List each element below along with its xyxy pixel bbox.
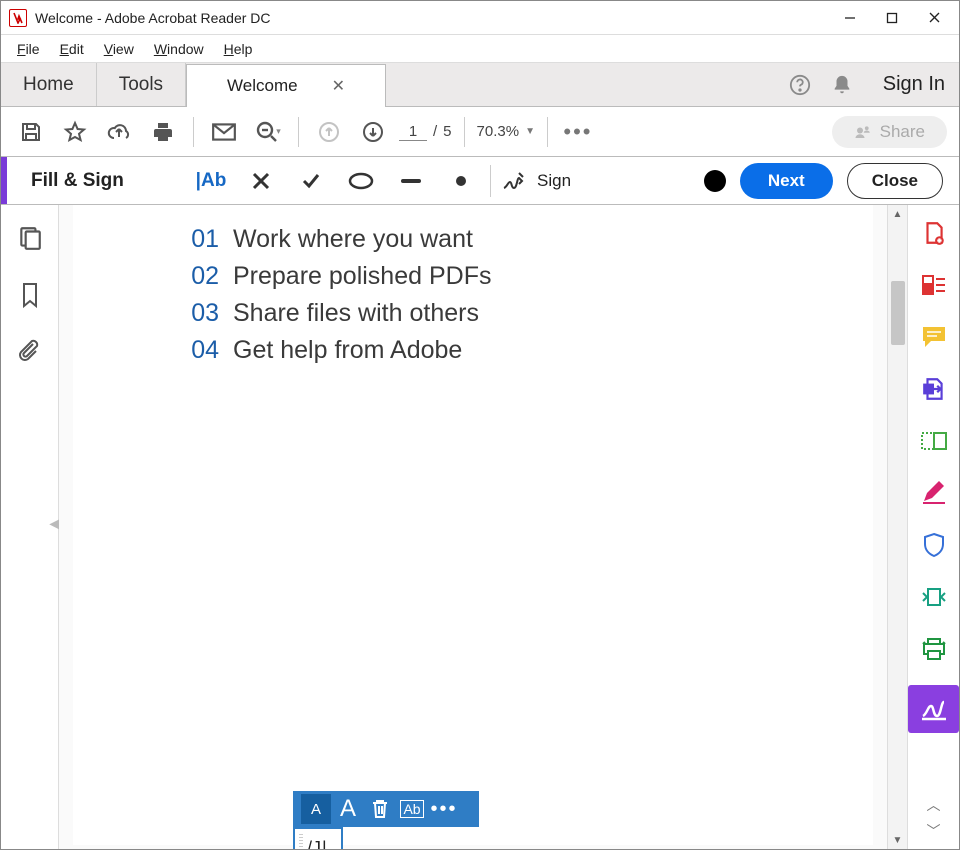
export-icon[interactable] (918, 373, 950, 405)
more-icon[interactable]: ••• (560, 114, 596, 150)
create-pdf-icon[interactable] (918, 217, 950, 249)
dot-tool[interactable] (436, 161, 486, 201)
thumbnails-icon[interactable] (17, 225, 43, 251)
left-panel: ◀ (1, 205, 59, 849)
sign-tool[interactable]: Sign (501, 170, 571, 192)
right-panel: ︿ ﹀ (907, 205, 959, 849)
toc: 01Work where you want 02Prepare polished… (73, 205, 873, 365)
font-smaller-button[interactable]: A (301, 794, 331, 824)
annotation-text-input[interactable]: /J (293, 827, 343, 849)
check-tool[interactable] (286, 161, 336, 201)
text-tool[interactable]: |Ab (186, 161, 236, 201)
drag-handle-icon[interactable] (299, 834, 303, 849)
app-icon (9, 9, 27, 27)
page-sep: / (433, 123, 437, 140)
maximize-button[interactable] (871, 3, 913, 33)
fill-sign-title: Fill & Sign (1, 157, 186, 204)
delete-annotation-button[interactable] (365, 794, 395, 824)
toc-row: 04Get help from Adobe (183, 336, 873, 365)
fill-sign-bar: Fill & Sign |Ab Sign Next Close (1, 157, 959, 205)
menu-edit[interactable]: Edit (50, 39, 94, 59)
document-area[interactable]: 01Work where you want 02Prepare polished… (59, 205, 887, 849)
minimize-button[interactable] (829, 3, 871, 33)
page-current[interactable]: 1 (399, 123, 427, 141)
page-indicator[interactable]: 1 / 5 (399, 123, 452, 141)
sign-label: Sign (537, 171, 571, 191)
magnify-icon[interactable]: ▾ (250, 114, 286, 150)
tab-close-icon[interactable]: ✕ (332, 76, 345, 96)
page-down-icon[interactable] (355, 114, 391, 150)
page-up-icon[interactable] (311, 114, 347, 150)
titlebar: Welcome - Adobe Acrobat Reader DC (1, 1, 959, 35)
scroll-track[interactable] (888, 223, 907, 831)
menu-window[interactable]: Window (144, 39, 214, 59)
page-total: 5 (443, 123, 451, 140)
annotation-text-value: /J (307, 838, 327, 850)
zoom-value: 70.3% (477, 123, 520, 140)
toolbar: ▾ 1 / 5 70.3% ▼ ••• Share (1, 107, 959, 157)
scroll-thumb[interactable] (891, 281, 905, 345)
organize-icon[interactable] (918, 269, 950, 301)
close-button[interactable]: Close (847, 163, 943, 199)
bell-icon[interactable] (829, 72, 855, 98)
combine-icon[interactable] (918, 425, 950, 457)
star-icon[interactable] (57, 114, 93, 150)
comment-icon[interactable] (918, 321, 950, 353)
scroll-down-icon[interactable]: ▼ (888, 831, 907, 849)
close-window-button[interactable] (913, 3, 955, 33)
menu-help[interactable]: Help (214, 39, 263, 59)
tab-active-label: Welcome (227, 76, 298, 96)
vertical-scrollbar[interactable]: ▲ ▼ (887, 205, 907, 849)
panel-down-icon[interactable]: ﹀ (927, 821, 941, 841)
line-tool[interactable] (386, 161, 436, 201)
tab-active[interactable]: Welcome ✕ (186, 64, 386, 107)
share-button[interactable]: Share (832, 116, 947, 148)
cloud-upload-icon[interactable] (101, 114, 137, 150)
share-label: Share (880, 122, 925, 142)
tab-row: Home Tools Welcome ✕ Sign In (1, 63, 959, 107)
menu-file[interactable]: File (7, 39, 50, 59)
tab-home[interactable]: Home (1, 63, 97, 106)
sign-in-button[interactable]: Sign In (883, 73, 945, 96)
help-icon[interactable] (787, 72, 813, 98)
compress-icon[interactable] (918, 581, 950, 613)
zoom-control[interactable]: 70.3% ▼ (477, 123, 535, 140)
print-tool-icon[interactable] (918, 633, 950, 665)
annotation-toolbar[interactable]: A A Ab ••• (293, 791, 479, 827)
tab-tools[interactable]: Tools (97, 63, 186, 106)
print-icon[interactable] (145, 114, 181, 150)
toc-row: 02Prepare polished PDFs (183, 262, 873, 291)
mail-icon[interactable] (206, 114, 242, 150)
window-title: Welcome - Adobe Acrobat Reader DC (35, 10, 271, 26)
next-button[interactable]: Next (740, 163, 833, 199)
color-swatch[interactable] (704, 170, 726, 192)
circle-tool[interactable] (336, 161, 386, 201)
menubar: File Edit View Window Help (1, 35, 959, 63)
toc-row: 01Work where you want (183, 225, 873, 254)
toc-row: 03Share files with others (183, 299, 873, 328)
main-area: ◀ 01Work where you want 02Prepare polish… (1, 205, 959, 849)
font-larger-button[interactable]: A (333, 794, 363, 824)
fill-sign-tool-icon[interactable] (908, 685, 959, 733)
edit-icon[interactable] (918, 477, 950, 509)
chevron-down-icon[interactable]: ▼ (525, 126, 535, 137)
attachment-icon[interactable] (18, 339, 42, 365)
x-tool[interactable] (236, 161, 286, 201)
scroll-up-icon[interactable]: ▲ (888, 205, 907, 223)
panel-up-icon[interactable]: ︿ (927, 795, 941, 815)
menu-view[interactable]: View (94, 39, 144, 59)
style-button[interactable]: Ab (397, 794, 427, 824)
protect-icon[interactable] (918, 529, 950, 561)
save-icon[interactable] (13, 114, 49, 150)
annotation-more-button[interactable]: ••• (429, 794, 459, 824)
pdf-page: 01Work where you want 02Prepare polished… (73, 205, 873, 845)
bookmark-icon[interactable] (18, 281, 42, 309)
